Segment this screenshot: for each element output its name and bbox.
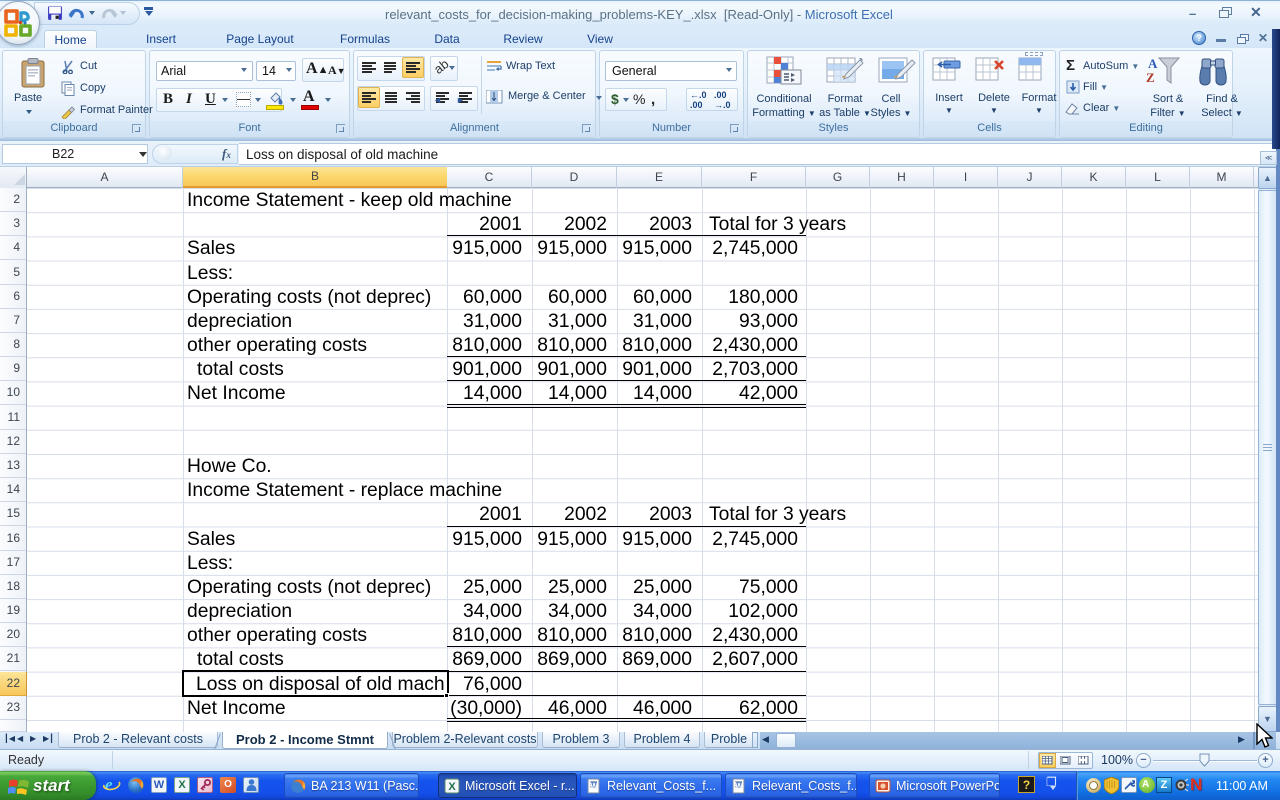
svg-text:X: X <box>448 781 456 793</box>
svg-text:W: W <box>590 782 598 791</box>
svg-text:W: W <box>735 782 743 791</box>
svg-text:e: e <box>105 775 113 794</box>
